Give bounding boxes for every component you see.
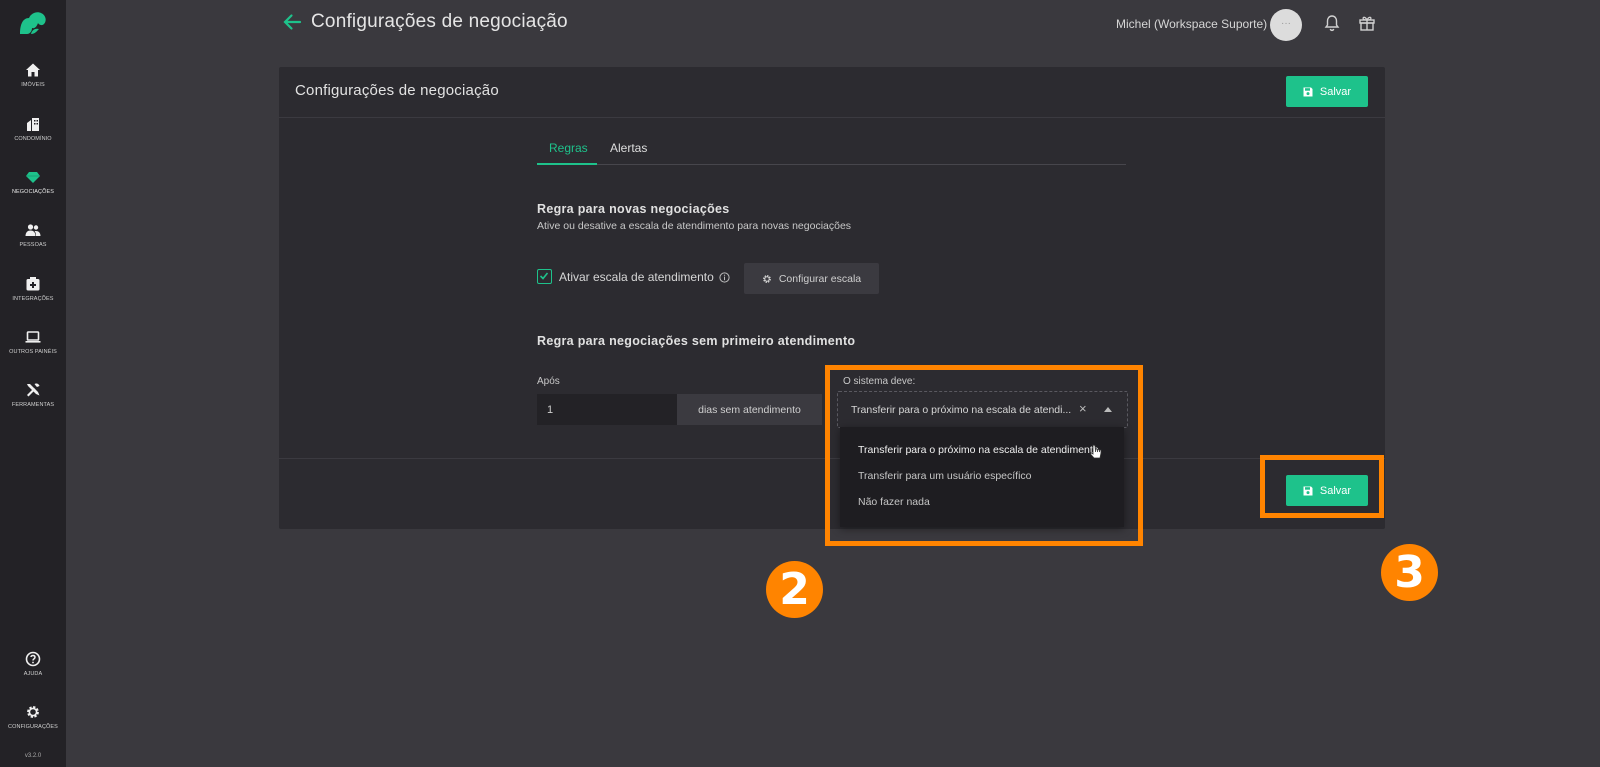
help-icon bbox=[25, 651, 41, 667]
sidebar-item-label: INTEGRAÇÕES bbox=[12, 296, 54, 302]
step-badge-3: 3 bbox=[1381, 544, 1438, 601]
tools-icon bbox=[27, 383, 40, 397]
diamond-icon bbox=[26, 172, 40, 183]
highlight-box-step2 bbox=[825, 365, 1143, 546]
after-label: Após bbox=[537, 376, 560, 387]
sidebar-item-label: CONFIGURAÇÕES bbox=[8, 724, 58, 730]
sidebar-item-configuracoes[interactable]: CONFIGURAÇÕES bbox=[0, 704, 66, 730]
sidebar: IMÓVEIS CONDOMÍNIO NEGOCIAÇÕES PESSOAS I… bbox=[0, 0, 66, 767]
home-icon bbox=[26, 63, 40, 77]
active-tab-indicator bbox=[537, 163, 597, 165]
highlight-box-step3 bbox=[1260, 455, 1384, 518]
avatar[interactable]: ··· bbox=[1270, 9, 1302, 41]
page-title: Configurações de negociação bbox=[311, 11, 568, 32]
tab-bar: Regras Alertas bbox=[537, 132, 1126, 165]
card-title: Configurações de negociação bbox=[295, 82, 499, 99]
tab-regras[interactable]: Regras bbox=[549, 141, 588, 155]
days-input[interactable] bbox=[537, 394, 677, 425]
people-icon bbox=[25, 224, 41, 236]
enable-queue-label[interactable]: Ativar escala de atendimento bbox=[559, 270, 714, 284]
sidebar-item-label: AJUDA bbox=[23, 671, 43, 677]
section-subtitle-new-deals: Ative ou desative a escala de atendiment… bbox=[537, 220, 852, 232]
check-icon bbox=[539, 272, 549, 280]
sidebar-item-integracoes[interactable]: INTEGRAÇÕES bbox=[0, 276, 66, 302]
laptop-icon bbox=[25, 331, 41, 343]
configure-queue-label: Configurar escala bbox=[778, 272, 862, 285]
configure-queue-button[interactable]: Configurar escala bbox=[744, 263, 879, 294]
building-icon bbox=[27, 118, 39, 131]
tab-alertas[interactable]: Alertas bbox=[610, 141, 647, 155]
save-icon bbox=[1303, 87, 1313, 96]
info-icon[interactable] bbox=[719, 272, 730, 283]
sidebar-item-label: IMÓVEIS bbox=[21, 82, 45, 88]
gear-icon bbox=[762, 274, 771, 283]
card-header: Configurações de negociação Salvar bbox=[279, 67, 1385, 118]
brand-logo-icon[interactable] bbox=[17, 10, 49, 36]
sidebar-item-pessoas[interactable]: PESSOAS bbox=[0, 222, 66, 248]
user-name[interactable]: Michel (Workspace Suporte) bbox=[1116, 17, 1267, 31]
sidebar-item-outros-paineis[interactable]: OUTROS PAINÉIS bbox=[0, 329, 66, 355]
days-suffix: dias sem atendimento bbox=[677, 394, 822, 425]
enable-queue-checkbox[interactable] bbox=[537, 269, 552, 284]
bell-icon[interactable] bbox=[1323, 14, 1341, 32]
header-save-button[interactable]: Salvar bbox=[1286, 76, 1368, 107]
step-badge-2: 2 bbox=[766, 561, 823, 618]
sidebar-item-label: CONDOMÍNIO bbox=[14, 136, 52, 142]
section-title-new-deals: Regra para novas negociações bbox=[537, 202, 730, 216]
gear-icon bbox=[27, 706, 39, 718]
avatar-text: ··· bbox=[1281, 18, 1291, 29]
sidebar-item-label: NEGOCIAÇÕES bbox=[11, 189, 55, 195]
sidebar-item-negociacoes[interactable]: NEGOCIAÇÕES bbox=[0, 169, 66, 195]
sidebar-item-imoveis[interactable]: IMÓVEIS bbox=[0, 62, 66, 88]
sidebar-item-label: PESSOAS bbox=[19, 242, 47, 248]
sidebar-item-ajuda[interactable]: AJUDA bbox=[0, 651, 66, 677]
sidebar-item-label: FERRAMENTAS bbox=[11, 402, 55, 408]
back-arrow-icon[interactable] bbox=[282, 12, 302, 32]
app-version: v3.2.0 bbox=[24, 753, 42, 759]
sidebar-item-ferramentas[interactable]: FERRAMENTAS bbox=[0, 382, 66, 408]
integration-icon bbox=[26, 277, 40, 291]
gift-icon[interactable] bbox=[1358, 14, 1376, 32]
section-title-no-first-contact: Regra para negociações sem primeiro aten… bbox=[537, 334, 856, 348]
save-label: Salvar bbox=[1319, 85, 1352, 98]
sidebar-item-label: OUTROS PAINÉIS bbox=[9, 349, 57, 355]
sidebar-item-condominio[interactable]: CONDOMÍNIO bbox=[0, 116, 66, 142]
